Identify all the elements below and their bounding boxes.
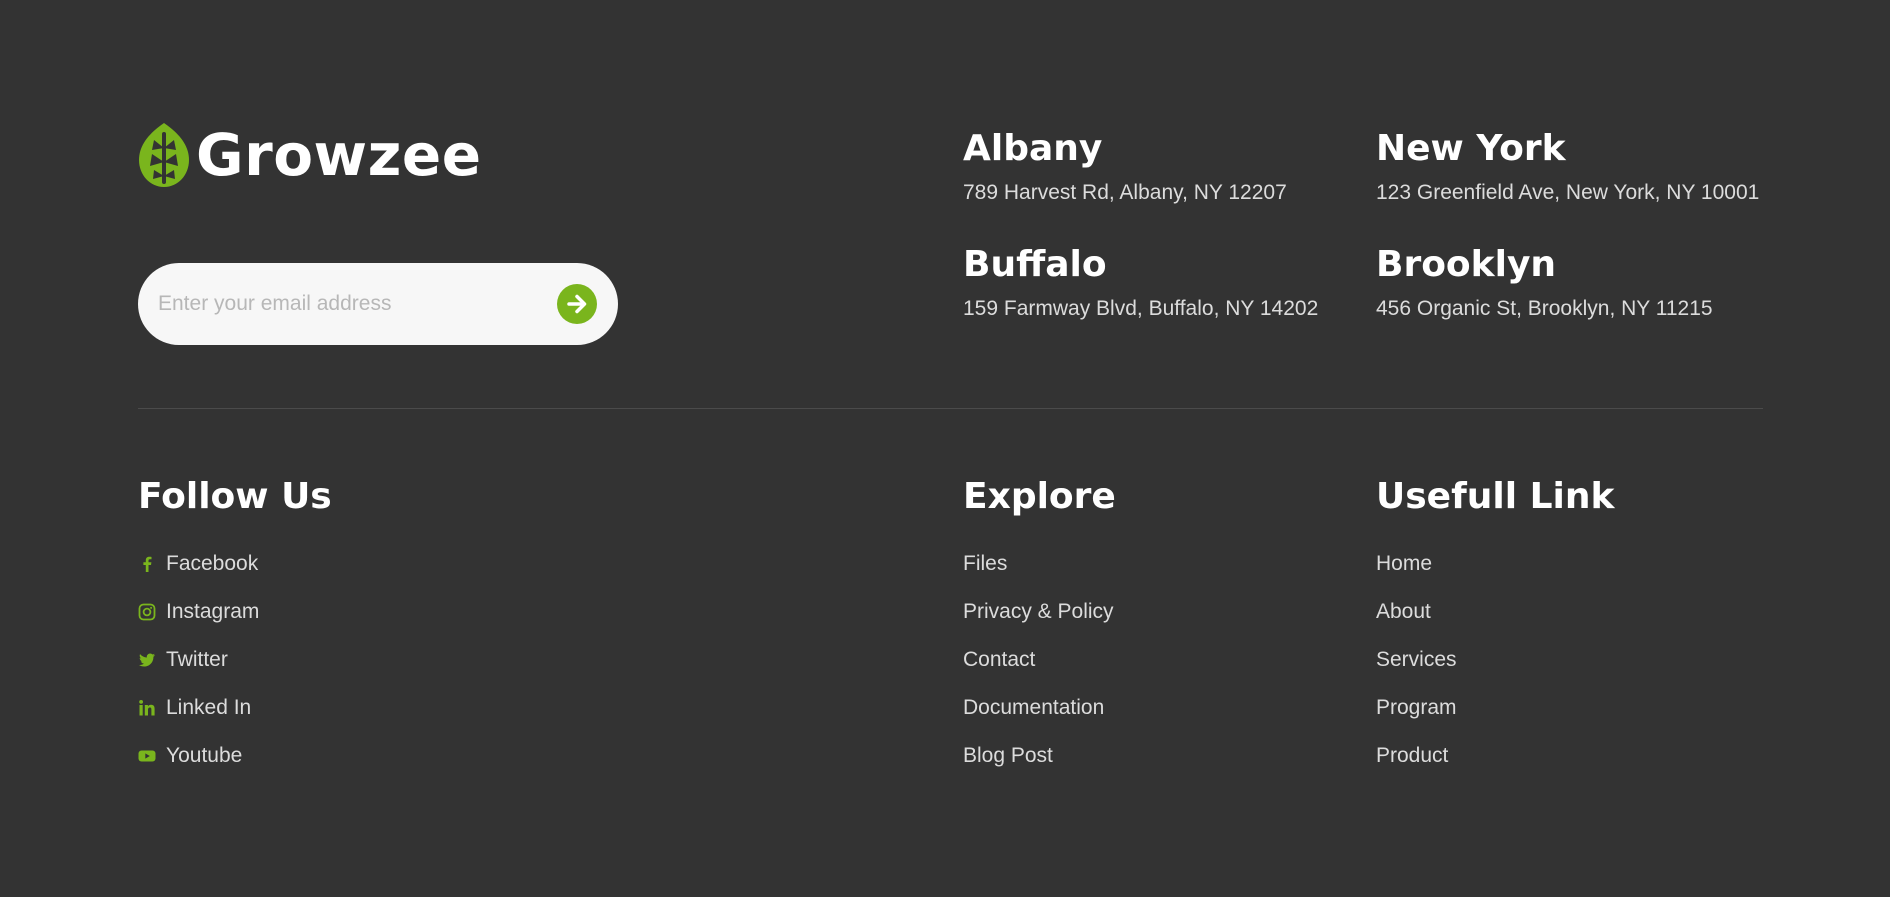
- footer-divider: [138, 408, 1763, 409]
- list-item: Privacy & Policy: [963, 588, 1116, 636]
- social-label: Instagram: [166, 600, 260, 623]
- explore-links: Files Privacy & Policy Contact Documenta…: [963, 540, 1116, 780]
- follow-us-title: Follow Us: [138, 476, 332, 517]
- follow-us-column: Follow Us Facebook Instagram Twitter Lin…: [138, 474, 332, 780]
- location-name: Brooklyn: [1376, 244, 1557, 285]
- instagram-icon: [138, 603, 156, 621]
- list-item: Home: [1376, 540, 1614, 588]
- list-item: Linked In: [138, 684, 332, 732]
- program-link[interactable]: Program: [1376, 695, 1457, 721]
- location-albany: Albany 789 Harvest Rd, Albany, NY 12207: [963, 128, 1287, 206]
- social-label: Facebook: [166, 552, 259, 575]
- list-item: Facebook: [138, 540, 332, 588]
- services-link[interactable]: Services: [1376, 647, 1457, 673]
- product-link[interactable]: Product: [1376, 743, 1448, 769]
- newsletter-form: [138, 263, 618, 345]
- youtube-icon: [138, 747, 156, 765]
- location-name: Buffalo: [963, 244, 1107, 285]
- list-item: Twitter: [138, 636, 332, 684]
- twitter-icon: [138, 651, 156, 669]
- location-buffalo: Buffalo 159 Farmway Blvd, Buffalo, NY 14…: [963, 244, 1318, 322]
- arrow-right-icon: [567, 294, 587, 314]
- brand-name: Growzee: [196, 121, 482, 189]
- list-item: Contact: [963, 636, 1116, 684]
- youtube-link[interactable]: Youtube: [138, 743, 242, 769]
- home-link[interactable]: Home: [1376, 551, 1432, 577]
- useful-links: Home About Services Program Product: [1376, 540, 1614, 780]
- explore-column: Explore Files Privacy & Policy Contact D…: [963, 474, 1116, 780]
- list-item: Services: [1376, 636, 1614, 684]
- list-item: Youtube: [138, 732, 332, 780]
- social-label: Twitter: [166, 648, 228, 671]
- social-label: Linked In: [166, 696, 252, 719]
- facebook-icon: [138, 555, 156, 573]
- contact-link[interactable]: Contact: [963, 647, 1035, 673]
- useful-links-column: Usefull Link Home About Services Program…: [1376, 474, 1614, 780]
- location-address: 123 Greenfield Ave, New York, NY 10001: [1376, 181, 1760, 204]
- email-input[interactable]: [158, 263, 538, 345]
- location-brooklyn: Brooklyn 456 Organic St, Brooklyn, NY 11…: [1376, 244, 1713, 322]
- files-link[interactable]: Files: [963, 551, 1007, 577]
- subscribe-button[interactable]: [557, 284, 597, 324]
- social-label: Youtube: [166, 744, 243, 767]
- list-item: Blog Post: [963, 732, 1116, 780]
- documentation-link[interactable]: Documentation: [963, 695, 1104, 721]
- location-address: 789 Harvest Rd, Albany, NY 12207: [963, 181, 1287, 204]
- location-address: 456 Organic St, Brooklyn, NY 11215: [1376, 297, 1713, 320]
- list-item: About: [1376, 588, 1614, 636]
- privacy-policy-link[interactable]: Privacy & Policy: [963, 599, 1114, 625]
- instagram-link[interactable]: Instagram: [138, 599, 259, 625]
- list-item: Program: [1376, 684, 1614, 732]
- location-name: Albany: [963, 128, 1103, 169]
- site-footer: Growzee Albany 789 Harvest Rd, Albany, N…: [0, 0, 1890, 897]
- location-name: New York: [1376, 128, 1566, 169]
- about-link[interactable]: About: [1376, 599, 1431, 625]
- explore-title: Explore: [963, 476, 1116, 517]
- brand-logo[interactable]: Growzee: [138, 122, 482, 188]
- linkedin-link[interactable]: Linked In: [138, 695, 251, 721]
- list-item: Documentation: [963, 684, 1116, 732]
- list-item: Product: [1376, 732, 1614, 780]
- linkedin-icon: [138, 699, 156, 717]
- location-new-york: New York 123 Greenfield Ave, New York, N…: [1376, 128, 1759, 206]
- leaf-logo-icon: [139, 123, 189, 187]
- blog-post-link[interactable]: Blog Post: [963, 743, 1053, 769]
- facebook-link[interactable]: Facebook: [138, 551, 258, 577]
- twitter-link[interactable]: Twitter: [138, 647, 228, 673]
- list-item: Instagram: [138, 588, 332, 636]
- location-address: 159 Farmway Blvd, Buffalo, NY 14202: [963, 297, 1319, 320]
- list-item: Files: [963, 540, 1116, 588]
- useful-links-title: Usefull Link: [1376, 476, 1615, 517]
- social-links: Facebook Instagram Twitter Linked In You…: [138, 540, 332, 780]
